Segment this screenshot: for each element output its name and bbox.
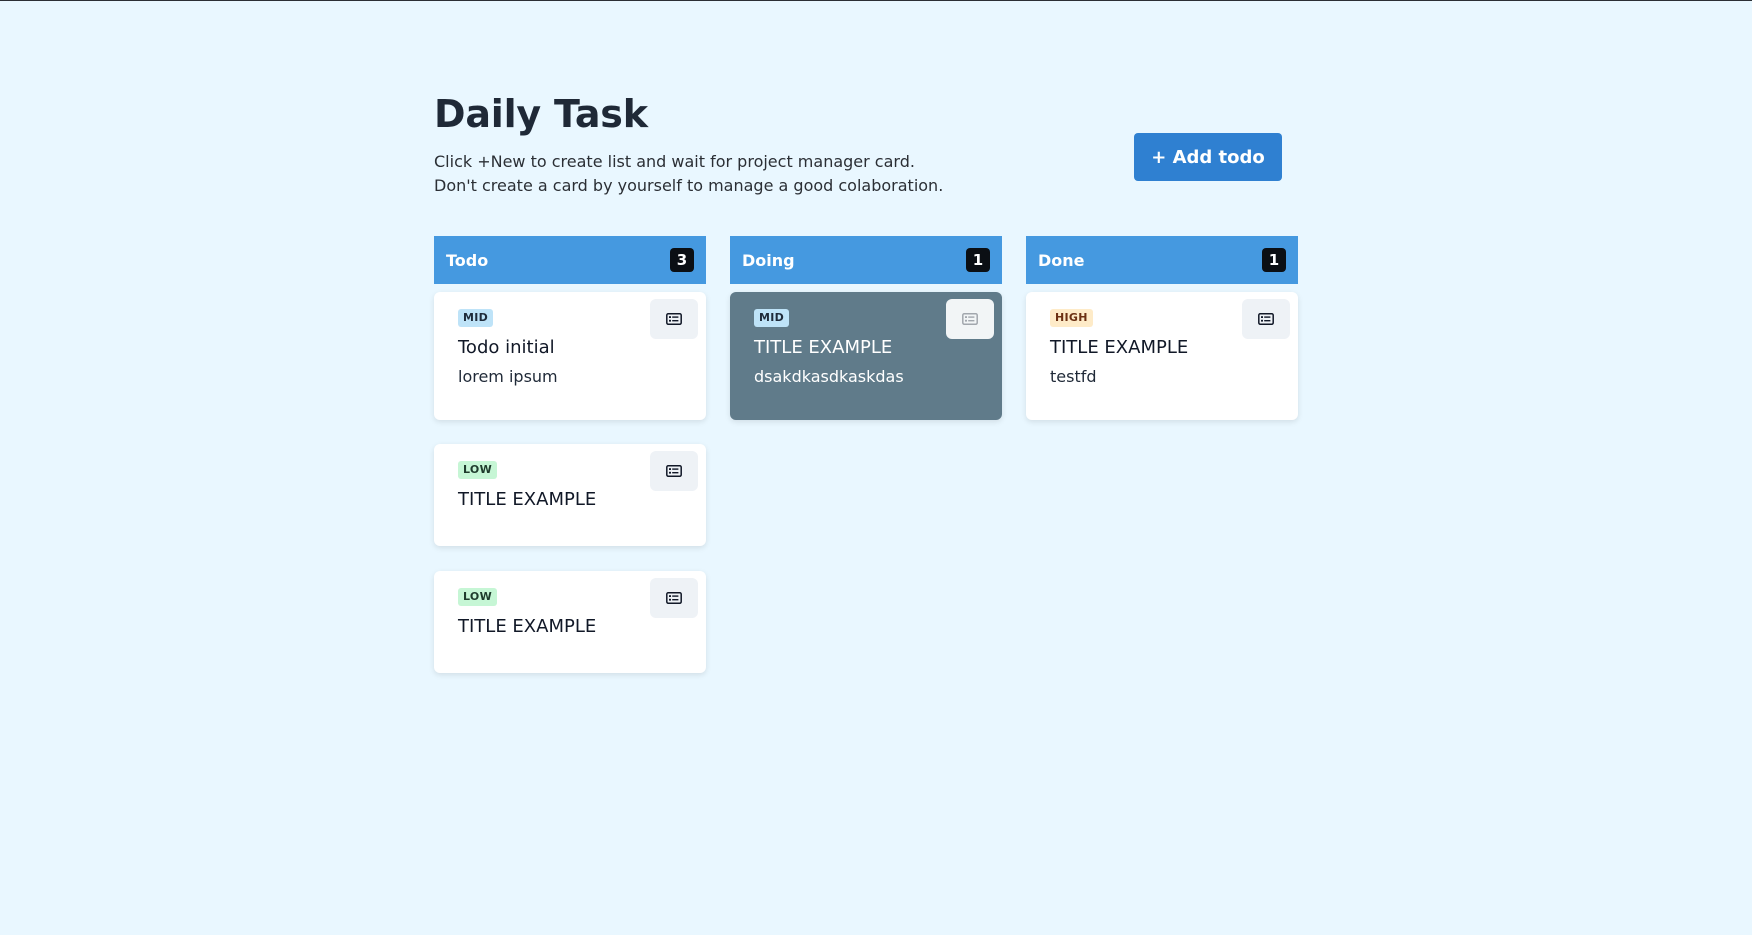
card-details-button[interactable] — [946, 299, 994, 339]
card-details-button[interactable] — [650, 578, 698, 618]
kanban-board: Todo 3 MID Todo initial lorem ipsum LOW … — [434, 236, 1298, 696]
column-count-badge: 1 — [1262, 248, 1286, 272]
card-details-button[interactable] — [650, 299, 698, 339]
card-description: dsakdkasdkaskdas — [754, 367, 904, 386]
subtitle-line-2: Don't create a card by yourself to manag… — [434, 176, 944, 195]
column-title: Doing — [742, 250, 795, 270]
column-doing: Doing 1 MID TITLE EXAMPLE dsakdkasdkaskd… — [730, 236, 1002, 420]
priority-badge: LOW — [458, 588, 498, 606]
priority-badge: MID — [754, 309, 790, 327]
page-title: Daily Task — [434, 92, 648, 136]
card-title: TITLE EXAMPLE — [458, 489, 597, 510]
column-done: Done 1 HIGH TITLE EXAMPLE testfd — [1026, 236, 1298, 420]
list-icon — [1258, 313, 1274, 325]
column-todo: Todo 3 MID Todo initial lorem ipsum LOW … — [434, 236, 706, 673]
card-details-button[interactable] — [1242, 299, 1290, 339]
list-icon — [962, 313, 978, 325]
priority-badge: LOW — [458, 461, 498, 479]
priority-badge: MID — [458, 309, 494, 327]
add-todo-button[interactable]: + Add todo — [1134, 133, 1282, 181]
column-title: Todo — [446, 250, 489, 270]
card-title: TITLE EXAMPLE — [754, 337, 893, 358]
card-title: Todo initial — [458, 337, 555, 358]
task-card[interactable]: LOW TITLE EXAMPLE — [434, 571, 706, 673]
card-description: lorem ipsum — [458, 367, 558, 386]
task-card[interactable]: LOW TITLE EXAMPLE — [434, 444, 706, 546]
column-header-todo: Todo 3 — [434, 236, 706, 284]
task-card[interactable]: HIGH TITLE EXAMPLE testfd — [1026, 292, 1298, 420]
card-description: testfd — [1050, 367, 1097, 386]
task-card[interactable]: MID Todo initial lorem ipsum — [434, 292, 706, 420]
page-subtitle: Click +New to create list and wait for p… — [434, 150, 943, 198]
task-card[interactable]: MID TITLE EXAMPLE dsakdkasdkaskdas — [730, 292, 1002, 420]
list-icon — [666, 313, 682, 325]
column-header-done: Done 1 — [1026, 236, 1298, 284]
daily-task-page: Daily Task Click +New to create list and… — [434, 0, 1298, 935]
column-title: Done — [1038, 250, 1085, 270]
column-count-badge: 1 — [966, 248, 990, 272]
list-icon — [666, 465, 682, 477]
column-count-badge: 3 — [670, 248, 694, 272]
card-details-button[interactable] — [650, 451, 698, 491]
card-title: TITLE EXAMPLE — [458, 616, 597, 637]
list-icon — [666, 592, 682, 604]
subtitle-line-1: Click +New to create list and wait for p… — [434, 152, 915, 171]
priority-badge: HIGH — [1050, 309, 1093, 327]
card-title: TITLE EXAMPLE — [1050, 337, 1189, 358]
column-header-doing: Doing 1 — [730, 236, 1002, 284]
